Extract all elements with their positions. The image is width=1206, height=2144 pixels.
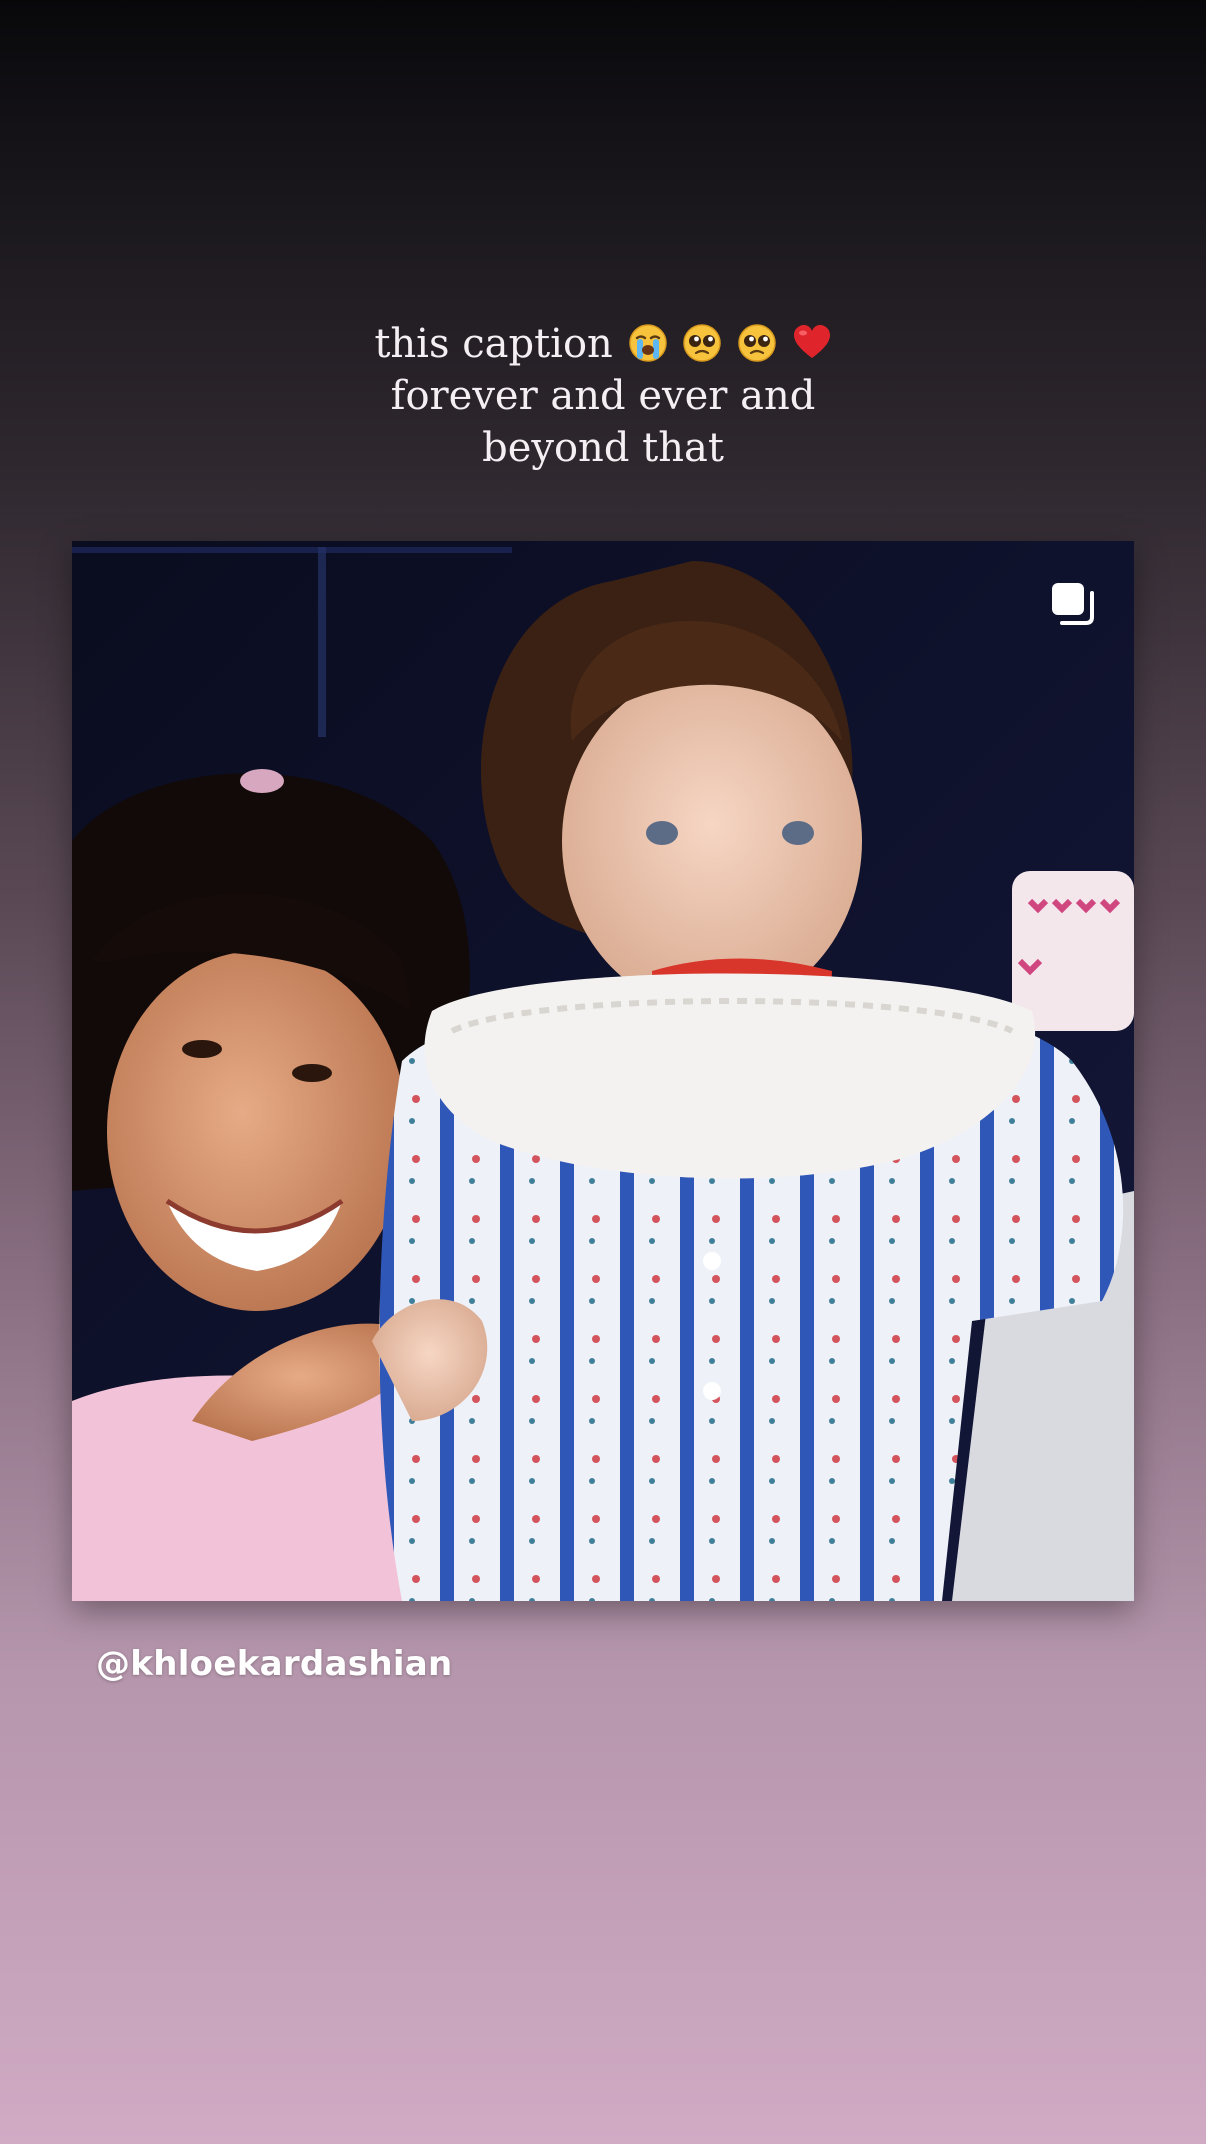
red-heart-icon [793, 325, 830, 358]
story-frame: this caption forever and ever and beyond… [0, 0, 1206, 2144]
caption-text-1: this caption [374, 321, 613, 367]
pleading-face-icon [738, 324, 776, 362]
caption-line-3: beyond that [482, 425, 724, 471]
shared-post-card[interactable] [72, 541, 1134, 1601]
caption-line-1: this caption [0, 318, 1206, 370]
mention-username[interactable]: @khloekardashian [96, 1644, 453, 1684]
loudly-crying-face-icon [628, 324, 667, 362]
pleading-face-icon [683, 324, 721, 362]
carousel-icon [1052, 583, 1094, 625]
post-photo [72, 541, 1134, 1601]
caption-line-2: forever and ever and [390, 373, 816, 419]
story-caption: this caption forever and ever and beyond… [0, 318, 1206, 474]
